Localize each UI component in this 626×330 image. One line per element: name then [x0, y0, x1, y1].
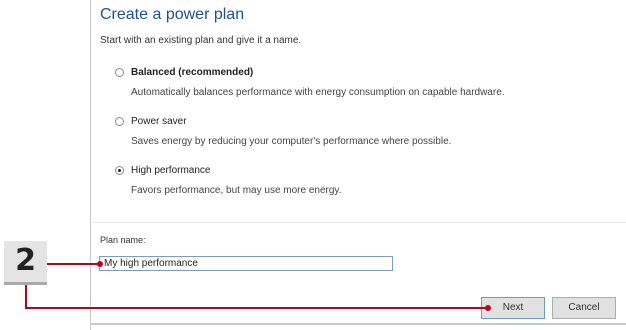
radio-high-performance[interactable] — [115, 166, 124, 175]
radio-balanced[interactable] — [115, 68, 124, 77]
callout-connector-vertical — [25, 285, 27, 308]
step-callout-badge: 2 — [4, 241, 47, 285]
cancel-button[interactable]: Cancel — [552, 297, 616, 319]
callout-dot-next — [485, 305, 491, 311]
radio-power-saver[interactable] — [115, 117, 124, 126]
callout-connector-to-input — [47, 263, 99, 265]
plan-description-high-performance: Favors performance, but may use more ene… — [131, 185, 342, 196]
callout-dot-input — [97, 261, 103, 267]
plan-name-label: Plan name: — [100, 235, 146, 245]
plan-label-balanced: Balanced (recommended) — [131, 67, 254, 78]
plan-label-power-saver: Power saver — [131, 116, 187, 127]
dialog-bottom-border — [90, 323, 626, 325]
dialog-subtitle: Start with an existing plan and give it … — [100, 35, 302, 46]
dialog-left-border — [90, 0, 91, 330]
divider — [91, 222, 626, 223]
dialog-title: Create a power plan — [100, 6, 245, 23]
callout-connector-to-next — [25, 307, 488, 309]
plan-description-power-saver: Saves energy by reducing your computer's… — [131, 136, 452, 147]
plan-name-input[interactable] — [99, 256, 393, 271]
plan-description-balanced: Automatically balances performance with … — [131, 87, 505, 98]
plan-label-high-performance: High performance — [131, 165, 211, 176]
